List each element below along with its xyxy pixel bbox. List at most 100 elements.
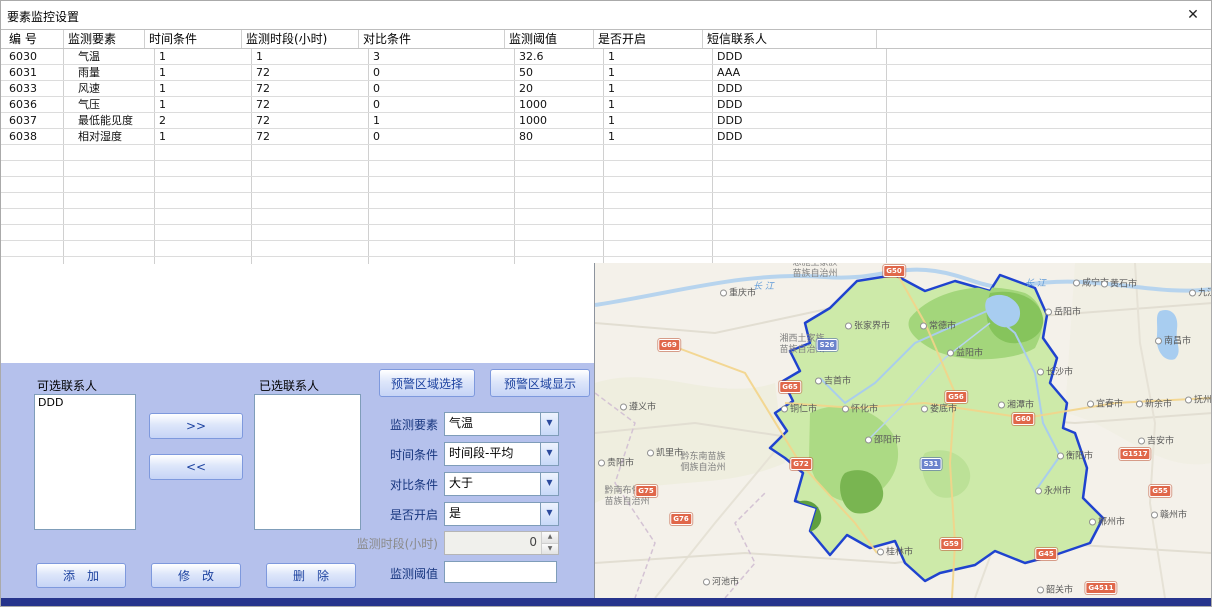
table-cell bbox=[252, 161, 369, 176]
table-row-empty bbox=[1, 177, 1211, 193]
city-label: 衡阳市 bbox=[1057, 449, 1093, 462]
chevron-down-icon[interactable]: ▼ bbox=[540, 473, 558, 495]
add-button[interactable]: 添 加 bbox=[36, 563, 126, 588]
table-cell bbox=[1, 177, 64, 192]
table-cell bbox=[252, 241, 369, 256]
city-label: 凯里市 bbox=[647, 446, 683, 459]
city-marker-icon bbox=[703, 579, 710, 586]
element-combo[interactable]: 气温 ▼ bbox=[444, 412, 559, 436]
city-label: 赣州市 bbox=[1151, 508, 1187, 521]
table-cell bbox=[713, 193, 887, 208]
column-header: 对比条件 bbox=[359, 30, 505, 48]
contact-item[interactable]: DDD bbox=[35, 395, 135, 410]
time-condition-combo[interactable]: 时间段-平均 ▼ bbox=[444, 442, 559, 466]
table-cell bbox=[887, 209, 1211, 224]
table-row-empty bbox=[1, 209, 1211, 225]
column-header bbox=[877, 30, 1211, 48]
table-row[interactable]: 6030气温11332.61DDD bbox=[1, 49, 1211, 65]
period-value: 0 bbox=[445, 532, 541, 554]
table-cell bbox=[1, 241, 64, 256]
table-cell bbox=[64, 209, 155, 224]
map[interactable]: 重庆市咸宁市黄石市九江市岳阳市常德市张家界市益阳市南昌市长沙市吉首市遵义市铜仁市… bbox=[594, 263, 1212, 598]
chevron-down-icon[interactable]: ▼ bbox=[540, 443, 558, 465]
city-label: 铜仁市 bbox=[781, 402, 817, 415]
column-header: 监测阈值 bbox=[505, 30, 594, 48]
map-labels-layer: 重庆市咸宁市黄石市九江市岳阳市常德市张家界市益阳市南昌市长沙市吉首市遵义市铜仁市… bbox=[595, 263, 1212, 598]
table-cell bbox=[155, 241, 252, 256]
city-label: 岳阳市 bbox=[1045, 305, 1081, 318]
close-icon[interactable]: ✕ bbox=[1183, 5, 1203, 25]
table-row[interactable]: 6033风速1720201DDD bbox=[1, 81, 1211, 97]
delete-button[interactable]: 删 除 bbox=[266, 563, 356, 588]
table-row-empty bbox=[1, 225, 1211, 241]
table-cell bbox=[713, 225, 887, 240]
table-cell bbox=[515, 177, 604, 192]
compare-condition-combo[interactable]: 大于 ▼ bbox=[444, 472, 559, 496]
table-row[interactable]: 6031雨量1720501AAA bbox=[1, 65, 1211, 81]
table-cell bbox=[64, 161, 155, 176]
warning-area-select-button[interactable]: 预警区域选择 bbox=[379, 369, 475, 397]
table-cell bbox=[604, 145, 713, 160]
road-shield-badge: G50 bbox=[883, 265, 905, 277]
table-cell bbox=[515, 209, 604, 224]
table-cell: 1 bbox=[604, 97, 713, 112]
city-label: 湘潭市 bbox=[998, 398, 1034, 411]
table-cell bbox=[369, 193, 515, 208]
city-label: 河池市 bbox=[703, 575, 739, 588]
table-cell bbox=[887, 177, 1211, 192]
table-cell: DDD bbox=[713, 81, 887, 96]
move-left-button[interactable]: << bbox=[149, 454, 243, 480]
table-cell bbox=[887, 81, 1211, 96]
column-header: 是否开启 bbox=[594, 30, 703, 48]
table-cell: 1 bbox=[252, 49, 369, 64]
table-cell bbox=[515, 225, 604, 240]
available-contacts-list[interactable]: DDD bbox=[34, 394, 136, 530]
table-cell bbox=[155, 161, 252, 176]
status-strip bbox=[1, 598, 1211, 606]
threshold-input[interactable] bbox=[444, 561, 557, 583]
table-cell bbox=[64, 241, 155, 256]
city-label: 邵阳市 bbox=[865, 433, 901, 446]
table-row[interactable]: 6037最低能见度272110001DDD bbox=[1, 113, 1211, 129]
city-label: 遵义市 bbox=[620, 400, 656, 413]
table-cell bbox=[604, 177, 713, 192]
city-marker-icon bbox=[1087, 401, 1094, 408]
table-cell: 2 bbox=[155, 113, 252, 128]
enabled-combo[interactable]: 是 ▼ bbox=[444, 502, 559, 526]
city-marker-icon bbox=[720, 290, 727, 297]
table-cell: 1 bbox=[604, 81, 713, 96]
spin-down-icon[interactable]: ▼ bbox=[542, 544, 558, 555]
column-header: 编 号 bbox=[1, 30, 64, 48]
city-marker-icon bbox=[815, 378, 822, 385]
table-cell bbox=[515, 145, 604, 160]
table-cell: 1 bbox=[155, 129, 252, 144]
compare-condition-label: 对比条件 bbox=[341, 476, 438, 493]
table-cell: 1 bbox=[155, 65, 252, 80]
period-label: 监测时段(小时) bbox=[341, 535, 438, 552]
warning-area-display-button[interactable]: 预警区域显示 bbox=[490, 369, 590, 397]
city-marker-icon bbox=[877, 549, 884, 556]
city-label: 怀化市 bbox=[842, 402, 878, 415]
road-shield-badge: G60 bbox=[1012, 413, 1034, 425]
table-cell bbox=[64, 145, 155, 160]
modify-button[interactable]: 修 改 bbox=[151, 563, 241, 588]
road-shield-badge: G1517 bbox=[1119, 448, 1150, 460]
table-row[interactable]: 6038相对湿度1720801DDD bbox=[1, 129, 1211, 145]
table-row[interactable]: 6036气压172010001DDD bbox=[1, 97, 1211, 113]
table-cell: 6037 bbox=[1, 113, 64, 128]
table-cell bbox=[155, 257, 252, 264]
table-cell bbox=[155, 209, 252, 224]
move-right-button[interactable]: >> bbox=[149, 413, 243, 439]
table-cell bbox=[713, 177, 887, 192]
table-cell: 6031 bbox=[1, 65, 64, 80]
table-cell bbox=[64, 193, 155, 208]
table-cell bbox=[887, 97, 1211, 112]
table-cell bbox=[604, 193, 713, 208]
table-cell bbox=[887, 193, 1211, 208]
chevron-down-icon[interactable]: ▼ bbox=[540, 413, 558, 435]
chevron-down-icon[interactable]: ▼ bbox=[540, 503, 558, 525]
city-label: 郴州市 bbox=[1089, 515, 1125, 528]
period-spinner[interactable]: 0 ▲ ▼ bbox=[444, 531, 559, 555]
spin-up-icon[interactable]: ▲ bbox=[542, 532, 558, 544]
city-label: 黄石市 bbox=[1101, 277, 1137, 290]
